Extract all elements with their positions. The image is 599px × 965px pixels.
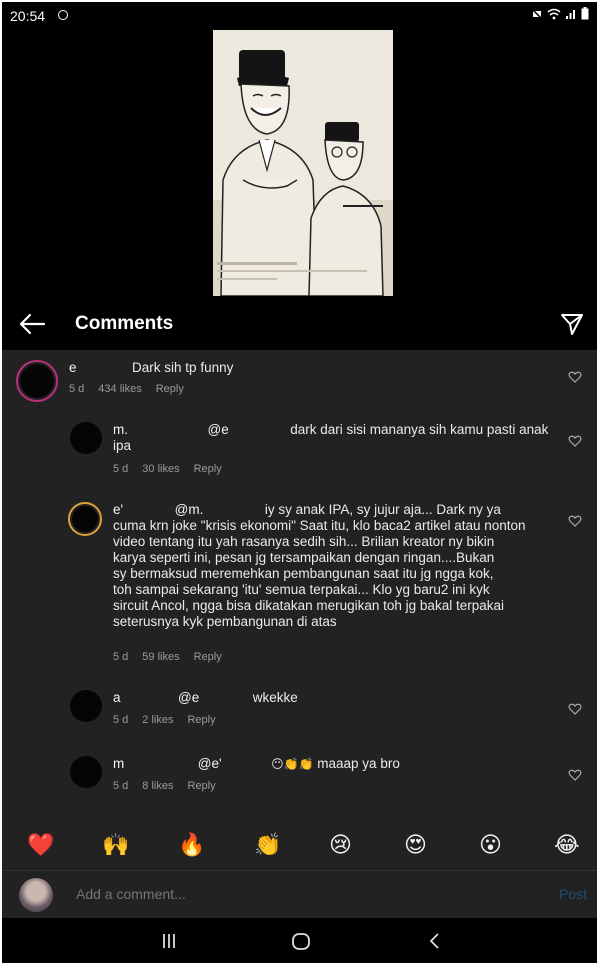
comment-body-line: video tentang itu yah rasanya sedih sih.… [113, 534, 495, 549]
comment-body: dark dari sisi mananya sih kamu pasti an… [290, 422, 549, 437]
status-icons [531, 7, 589, 20]
comment-username[interactable]: m. [113, 422, 128, 437]
status-bar: 20:54 [2, 2, 597, 30]
reply-button[interactable]: Reply [187, 780, 215, 792]
comment-age: 5 d [69, 383, 85, 395]
comment-item: a @e wkekke 5 d 2 likes Reply [2, 680, 597, 744]
comment-body: maaap ya bro [317, 756, 400, 771]
comment-mention[interactable]: @e' [198, 756, 222, 771]
emoji-heart-eyes-button[interactable]: 😍 [404, 832, 427, 860]
comment-mention[interactable]: @e [208, 422, 229, 437]
comment-meta: 5 d 59 likes Reply [113, 651, 236, 663]
comment-likes[interactable]: 59 likes [142, 651, 179, 663]
comment-username[interactable]: e [69, 360, 77, 375]
wifi-icon [547, 8, 561, 19]
comment-body: wkekke [252, 690, 298, 705]
comment-body-line: karya seperti ini, pesan jg tersampaikan… [113, 550, 495, 565]
comment-body-cont: ipa [113, 438, 132, 453]
like-heart-icon[interactable] [568, 702, 582, 716]
comment-body-line: seterusnya kyk pembangunan di atas [113, 614, 337, 629]
comment-body-line: iy sy anak IPA, sy jujur aja... Dark ny … [264, 502, 501, 517]
back-nav-icon[interactable] [420, 926, 450, 956]
comment-mention[interactable]: @m. [175, 502, 204, 517]
comment-age: 5 d [113, 651, 129, 663]
like-heart-icon[interactable] [568, 768, 582, 782]
comment-meta: 5 d 30 likes Reply [113, 463, 236, 475]
comment-body-line: cuma krn joke "krisis ekonomi" Saat itu,… [113, 518, 526, 533]
notification-icon [58, 10, 68, 20]
emoji-quick-bar: ❤️ 🙌 🔥 👏 😢 😍 😮 😂 [2, 830, 597, 870]
comment-body-line: toh sampai sekarang 'itu' semua terpakai… [113, 582, 490, 597]
comment-item: m. @e dark dari sisi mananya sih kamu pa… [2, 412, 597, 488]
comment-likes[interactable]: 2 likes [142, 714, 173, 726]
comments-list: e Dark sih tp funny 5 d 434 likes Reply … [2, 350, 597, 830]
comment-body-line: sy bermaksud meremehkan pembangunan saat… [113, 566, 494, 581]
comment-likes[interactable]: 8 likes [142, 780, 173, 792]
app-screen: 20:54 Comments e Dark sih tp funny 5 d 4… [2, 2, 597, 963]
add-comment-input[interactable] [76, 879, 516, 909]
like-heart-icon[interactable] [568, 514, 582, 528]
emoji-raised-hands-button[interactable]: 🙌 [102, 832, 129, 860]
comment-username[interactable]: e' [113, 502, 123, 517]
comment-likes[interactable]: 434 likes [98, 383, 141, 395]
comment-age: 5 d [113, 714, 129, 726]
comic-illustration [213, 30, 393, 296]
post-media-preview[interactable] [213, 30, 393, 296]
comment-username[interactable]: m [113, 756, 124, 771]
like-heart-icon[interactable] [568, 370, 582, 384]
comment-emojis: 😶👏👏 [271, 757, 314, 771]
comment-text: a @e wkekke [113, 690, 298, 706]
avatar[interactable] [70, 756, 102, 788]
comment-text: m. @e dark dari sisi mananya sih kamu pa… [113, 422, 558, 454]
reply-button[interactable]: Reply [194, 463, 222, 475]
comment-meta: 5 d 2 likes Reply [113, 714, 230, 726]
emoji-surprised-button[interactable]: 😮 [479, 832, 502, 860]
emoji-crying-button[interactable]: 😢 [329, 832, 352, 860]
emoji-heart-button[interactable]: ❤️ [27, 832, 54, 860]
emoji-clap-button[interactable]: 👏 [254, 832, 281, 860]
like-heart-icon[interactable] [568, 434, 582, 448]
comment-text: e Dark sih tp funny [69, 360, 233, 376]
comment-age: 5 d [113, 463, 129, 475]
avatar[interactable] [68, 502, 102, 536]
comment-meta: 5 d 434 likes Reply [69, 383, 198, 395]
battery-icon [581, 7, 589, 20]
system-nav-bar [2, 918, 597, 963]
share-icon[interactable] [559, 311, 585, 337]
avatar[interactable] [70, 690, 102, 722]
comment-item: e' @m. iy sy anak IPA, sy jujur aja... D… [2, 488, 597, 680]
post-button[interactable]: Post [559, 886, 587, 902]
comment-body: Dark sih tp funny [132, 360, 234, 375]
current-user-avatar [19, 878, 53, 912]
comment-meta: 5 d 8 likes Reply [113, 780, 230, 792]
comment-age: 5 d [113, 780, 129, 792]
comment-mention[interactable]: @e [178, 690, 199, 705]
reply-button[interactable]: Reply [187, 714, 215, 726]
avatar[interactable] [16, 360, 58, 402]
emoji-fire-button[interactable]: 🔥 [178, 832, 205, 860]
emoji-laughing-button[interactable]: 😂 [554, 832, 580, 860]
reply-button[interactable]: Reply [156, 383, 184, 395]
add-comment-bar: Post [2, 870, 597, 918]
comments-header: Comments [2, 300, 597, 350]
comment-item: e Dark sih tp funny 5 d 434 likes Reply [2, 350, 597, 412]
recent-apps-icon[interactable] [154, 926, 184, 956]
avatar[interactable] [70, 422, 102, 454]
comment-item: m @e' 😶👏👏 maaap ya bro 5 d 8 likes Reply [2, 744, 597, 814]
comment-username[interactable]: a [113, 690, 121, 705]
comment-text: e' @m. iy sy anak IPA, sy jujur aja... D… [113, 502, 561, 630]
reply-button[interactable]: Reply [194, 651, 222, 663]
comment-text: m @e' 😶👏👏 maaap ya bro [113, 756, 400, 772]
status-time: 20:54 [10, 8, 46, 24]
page-title: Comments [75, 313, 174, 334]
home-icon[interactable] [286, 926, 316, 956]
mute-icon [531, 7, 543, 20]
back-arrow-icon[interactable] [18, 312, 46, 336]
comment-likes[interactable]: 30 likes [142, 463, 179, 475]
signal-icon [566, 9, 575, 19]
comment-body-line: sircuit Ancol, ngga bisa dikatakan merug… [113, 598, 504, 613]
